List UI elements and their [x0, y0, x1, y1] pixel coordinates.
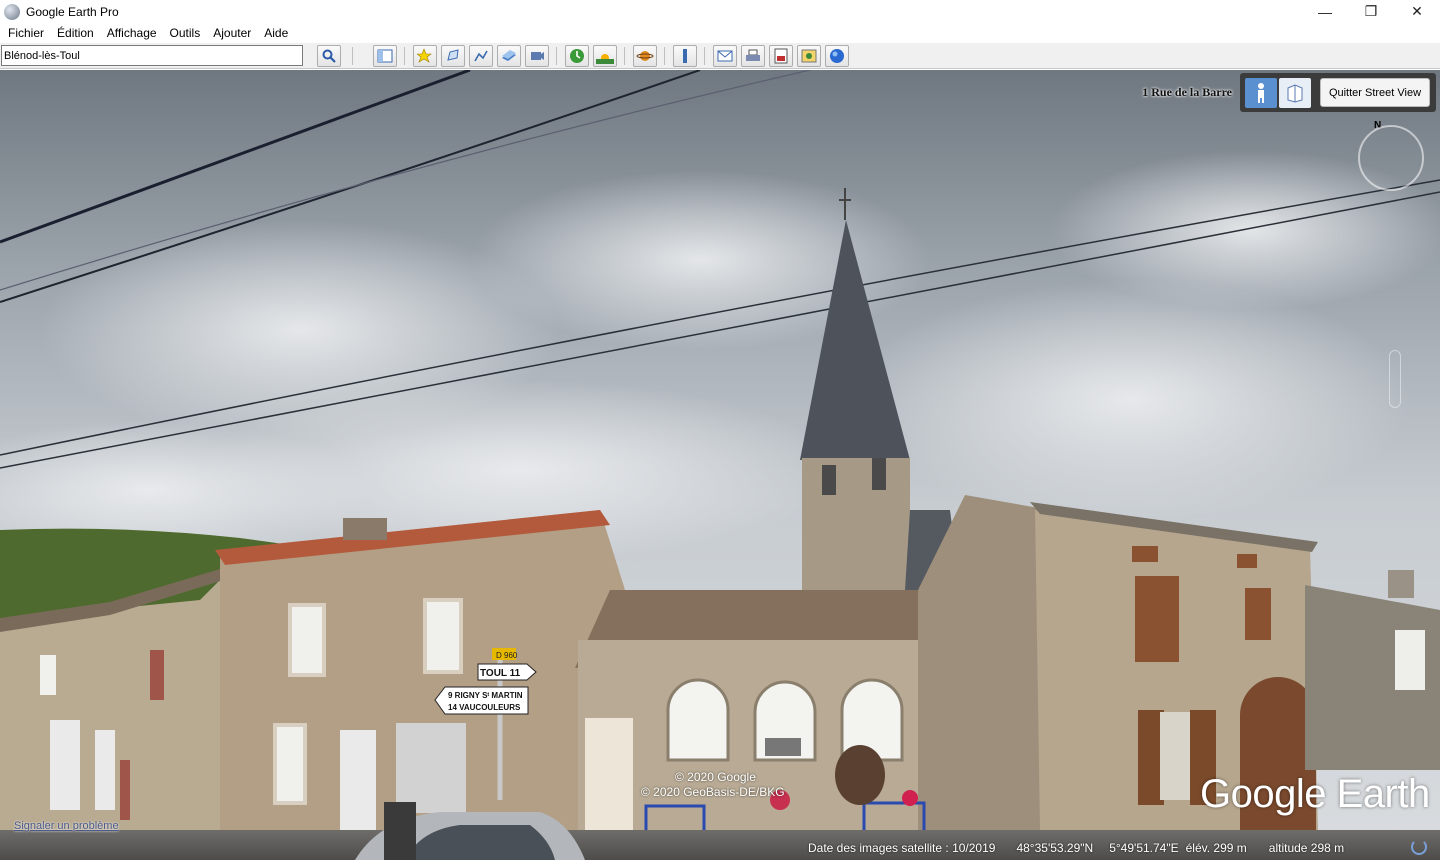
window-title: Google Earth Pro	[26, 4, 119, 19]
streaming-progress-icon	[1411, 839, 1427, 855]
planets-icon	[636, 51, 654, 61]
add-path-button[interactable]	[469, 45, 493, 67]
menu-file[interactable]: Fichier	[3, 26, 49, 40]
building-view-icon	[1287, 83, 1303, 103]
close-button[interactable]: ✕	[1394, 0, 1440, 23]
window-controls: — ❐ ✕	[1302, 0, 1440, 23]
sunlight-button[interactable]	[593, 45, 617, 67]
svg-text:D 960: D 960	[496, 651, 518, 660]
trash-bin	[384, 802, 416, 860]
toolbar-separator	[404, 47, 405, 65]
copyright-notice: © 2020 Google © 2020 GeoBasis-DE/BKG	[641, 770, 785, 800]
menu-help[interactable]: Aide	[259, 26, 293, 40]
elevation-readout: élév. 299 m	[1185, 841, 1247, 855]
navigation-compass[interactable]	[1358, 125, 1424, 191]
planets-button[interactable]	[633, 45, 657, 67]
menu-view[interactable]: Affichage	[102, 26, 162, 40]
toolbar-separator	[352, 47, 353, 65]
copyright-line-1: © 2020 Google	[675, 770, 756, 784]
add-placemark-button[interactable]	[413, 45, 437, 67]
save-image-button[interactable]	[769, 45, 793, 67]
street-view-mode-button[interactable]	[1245, 77, 1277, 108]
earth-gallery-icon	[830, 49, 844, 63]
print-button[interactable]	[741, 45, 765, 67]
record-tour-button[interactable]	[525, 45, 549, 67]
email-button[interactable]	[713, 45, 737, 67]
toolbar-separator	[704, 47, 705, 65]
toolbar-separator	[556, 47, 557, 65]
search-icon	[322, 49, 336, 63]
map-viewport[interactable]: D 960 TOUL 11 9 RIGNY Sᵗ MARTIN 14 VAUCO…	[0, 70, 1440, 860]
menu-tools[interactable]: Outils	[165, 26, 206, 40]
sidebar-toggle-button[interactable]	[373, 45, 397, 67]
ruler-button[interactable]	[673, 45, 697, 67]
latitude-readout: 48°35'53.29"N	[1016, 841, 1094, 855]
search-button[interactable]	[317, 45, 341, 67]
historical-imagery-button[interactable]	[565, 45, 589, 67]
svg-text:TOUL 11: TOUL 11	[480, 668, 521, 679]
google-earth-app-icon	[4, 3, 20, 20]
menu-bar: Fichier Édition Affichage Outils Ajouter…	[0, 23, 1440, 43]
title-bar: Google Earth Pro — ❐ ✕	[0, 0, 1440, 23]
svg-text:14 VAUCOULEURS: 14 VAUCOULEURS	[448, 703, 521, 712]
historical-imagery-icon	[570, 49, 584, 63]
altitude-readout: altitude 298 m	[1268, 841, 1345, 855]
street-view-address: 1 Rue de la Barre	[1142, 85, 1232, 99]
earth-gallery-button[interactable]	[825, 45, 849, 67]
menu-edit[interactable]: Édition	[52, 26, 99, 40]
imagery-date: Date des images satellite : 10/2019	[808, 841, 996, 855]
sunlight-icon	[596, 54, 614, 64]
print-icon	[746, 49, 760, 61]
copyright-line-2: © 2020 GeoBasis-DE/BKG	[641, 785, 785, 799]
placemark-icon	[417, 48, 432, 63]
pegman-icon	[1258, 82, 1264, 103]
ruler-icon	[683, 49, 687, 63]
toolbar-separator	[664, 47, 665, 65]
menu-add[interactable]: Ajouter	[208, 26, 256, 40]
report-problem-link[interactable]: Signaler un problème	[14, 820, 119, 832]
ground-level-mode-button[interactable]	[1279, 77, 1311, 108]
polygon-icon	[447, 49, 459, 61]
maps-icon	[801, 49, 817, 63]
add-polygon-button[interactable]	[441, 45, 465, 67]
tour-icon	[531, 52, 544, 60]
zoom-slider[interactable]	[1389, 350, 1401, 408]
overlay-icon	[502, 50, 516, 61]
street-view-image[interactable]: D 960 TOUL 11 9 RIGNY Sᵗ MARTIN 14 VAUCO…	[0, 70, 1440, 860]
search-input[interactable]	[1, 45, 303, 66]
save-image-icon	[774, 48, 788, 64]
email-icon	[717, 50, 733, 62]
add-overlay-button[interactable]	[497, 45, 521, 67]
svg-text:9 RIGNY Sᵗ MARTIN: 9 RIGNY Sᵗ MARTIN	[448, 691, 523, 700]
status-bar: Date des images satellite : 10/2019 48°3…	[808, 841, 1344, 855]
sidebar-icon	[377, 49, 393, 63]
toolbar	[0, 43, 1440, 69]
longitude-readout: 5°49'51.74"E	[1109, 841, 1179, 855]
minimize-button[interactable]: —	[1302, 0, 1348, 23]
exit-street-view-button[interactable]: Quitter Street View	[1320, 78, 1430, 107]
google-earth-logo: Google Earth	[1200, 772, 1430, 816]
street-view-controls: Quitter Street View	[1240, 73, 1436, 112]
path-icon	[474, 50, 488, 62]
restore-button[interactable]: ❐	[1348, 0, 1394, 23]
view-in-maps-button[interactable]	[797, 45, 821, 67]
toolbar-separator	[624, 47, 625, 65]
